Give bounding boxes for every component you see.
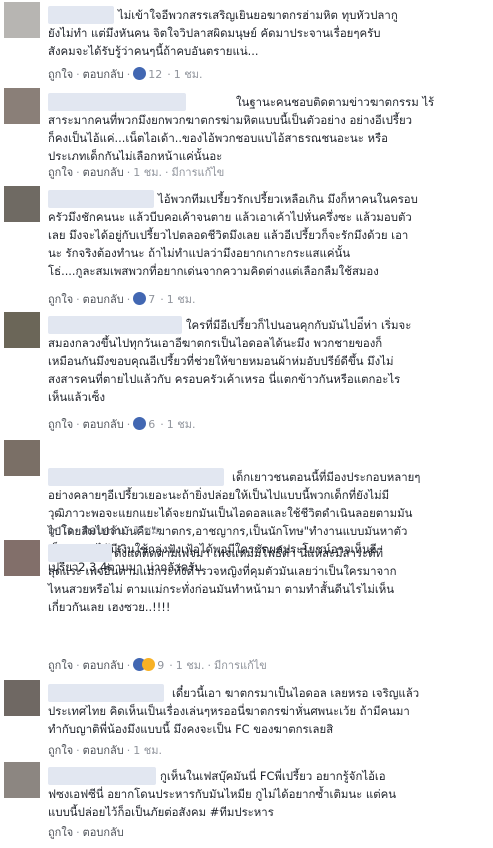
comment-actions: ถูกใจ · ตอบกลับ · 6 · 1 ชม. — [48, 417, 196, 431]
edited-label[interactable]: มีการแก้ไข — [214, 659, 267, 672]
reaction-count[interactable]: 7 — [148, 293, 155, 306]
avatar[interactable] — [4, 2, 40, 38]
avatar[interactable] — [4, 186, 40, 222]
comment-actions: ถูกใจ · ตอบกลับ · 9 · 1 ชม. · มีการแก้ไข — [48, 658, 267, 672]
comment-text: ตั้งแต่ติดตามเพจมา เพจแหม่มโพธิ์ดำ นี่แห… — [48, 546, 397, 614]
reaction-count[interactable]: 12 — [148, 68, 162, 81]
avatar[interactable] — [4, 680, 40, 716]
avatar[interactable] — [4, 88, 40, 124]
comment-actions: ถูกใจ · ตอบกลับ · 1 ชม. — [48, 744, 162, 757]
thumbs-up-icon[interactable] — [133, 292, 147, 305]
reply-link[interactable]: ตอบกลับ — [83, 418, 124, 431]
like-link[interactable]: ถูกใจ — [48, 826, 73, 839]
avatar[interactable] — [4, 762, 40, 798]
reply-link[interactable]: ตอบกลับ — [83, 744, 124, 757]
comment-text: ในฐานะคนชอบติดตามข่าวฆาตกรรม ไร้ สาระมาก… — [48, 95, 435, 163]
timestamp[interactable]: 1 ชม. — [167, 293, 196, 306]
timestamp[interactable]: 1 ชม. — [167, 418, 196, 431]
comment-actions: ถูกใจ · ตอบกลับ · 1 ชม. — [48, 524, 162, 537]
reply-link[interactable]: ตอบกลับ — [83, 293, 124, 306]
like-link[interactable]: ถูกใจ — [48, 524, 73, 537]
comment-text: ใครที่มีอีเปรี้ยวก็ไปนอนคุกกับมันไปอ่ีห่… — [48, 318, 412, 404]
avatar[interactable] — [4, 440, 40, 476]
comment-text: กูเห็นในเฟสบุ๊คมันนี่ FCพี่เปรี้ยว อยากร… — [48, 769, 397, 819]
comment-text: ไอ้พวกทีมเปรี้ยวรักเปรี้ยวเหลือเกิน มึงก… — [48, 192, 418, 278]
like-link[interactable]: ถูกใจ — [48, 166, 73, 179]
reply-link[interactable]: ตอบกลับ — [83, 826, 124, 839]
timestamp[interactable]: 1 ชม. — [133, 524, 162, 537]
timestamp[interactable]: 1 ชม. — [174, 68, 203, 81]
like-link[interactable]: ถูกใจ — [48, 659, 73, 672]
timestamp[interactable]: 1 ชม. — [133, 166, 162, 179]
comment-actions: ถูกใจ · ตอบกลับ · 7 · 1 ชม. — [48, 292, 196, 306]
haha-icon[interactable] — [142, 658, 156, 671]
thumbs-up-icon[interactable] — [133, 67, 147, 80]
reaction-count[interactable]: 9 — [157, 659, 164, 672]
comment-text: เดี๋ยวนี้เอา ฆาตกรมาเป็นไอดอล เลยหรอ เจร… — [48, 686, 420, 736]
avatar[interactable] — [4, 312, 40, 348]
comment-actions: ถูกใจ · ตอบกลับ · 12 · 1 ชม. — [48, 67, 203, 81]
reply-link[interactable]: ตอบกลับ — [83, 524, 124, 537]
reply-link[interactable]: ตอบกลับ — [83, 68, 124, 81]
like-link[interactable]: ถูกใจ — [48, 418, 73, 431]
comment-text: ไม่เข้าใจอีพวกสรรเสริญเยินยอฆาตกรฮ่ามหิต… — [48, 8, 398, 58]
timestamp[interactable]: 1 ชม. — [176, 659, 205, 672]
reply-link[interactable]: ตอบกลับ — [83, 659, 124, 672]
edited-label[interactable]: มีการแก้ไข — [171, 166, 224, 179]
thumbs-up-icon[interactable] — [133, 417, 147, 430]
comment-actions: ถูกใจ · ตอบกลับ · 1 ชม. · มีการแก้ไข — [48, 166, 225, 179]
timestamp[interactable]: 1 ชม. — [133, 744, 162, 757]
like-link[interactable]: ถูกใจ — [48, 744, 73, 757]
like-link[interactable]: ถูกใจ — [48, 293, 73, 306]
reaction-count[interactable]: 6 — [148, 418, 155, 431]
comment-actions: ถูกใจ · ตอบกลับ — [48, 826, 124, 839]
like-link[interactable]: ถูกใจ — [48, 68, 73, 81]
reply-link[interactable]: ตอบกลับ — [83, 166, 124, 179]
avatar[interactable] — [4, 540, 40, 576]
